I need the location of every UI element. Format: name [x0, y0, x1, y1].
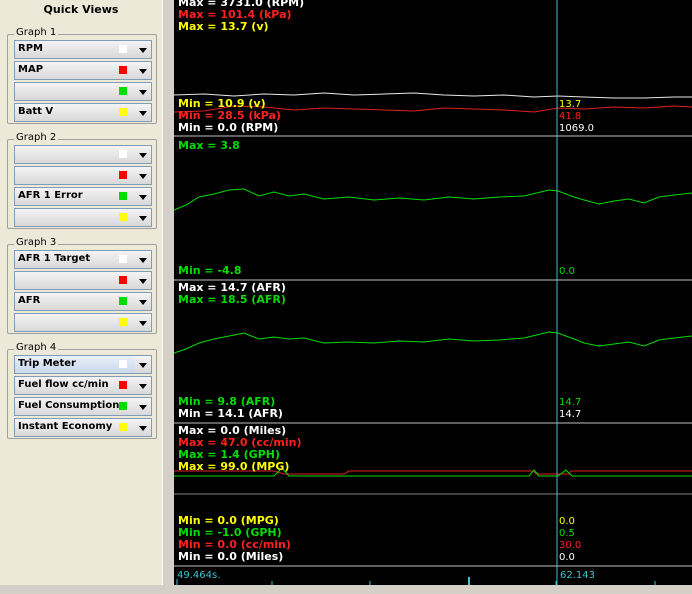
color-swatch: [119, 318, 127, 326]
graph2-group: Graph 2 AFR 1 Error: [7, 132, 157, 229]
color-swatch: [119, 87, 127, 95]
graph3-channel-4-select[interactable]: [14, 313, 152, 332]
channel-label: Instant Economy: [18, 421, 113, 432]
graph3-channel-1-select[interactable]: AFR 1 Target: [14, 250, 152, 269]
color-swatch: [119, 192, 127, 200]
graph3-channel-2-select[interactable]: [14, 271, 152, 290]
g1-cursor-rpm: 1069.0: [559, 123, 594, 134]
color-swatch: [119, 255, 127, 263]
g1-cursor-battv: 13.7: [559, 99, 581, 110]
channel-label: AFR 1 Error: [18, 190, 83, 201]
chevron-down-icon[interactable]: [135, 419, 151, 436]
graph4-label: Graph 4: [14, 342, 59, 353]
horizontal-scrollbar[interactable]: [0, 585, 692, 594]
color-swatch: [119, 213, 127, 221]
channel-label: Fuel flow cc/min: [18, 379, 109, 390]
graph3-group: Graph 3 AFR 1 Target AFR: [7, 237, 157, 334]
color-swatch: [119, 360, 127, 368]
color-swatch: [119, 66, 127, 74]
g3-max-afr: Max = 18.5 (AFR): [178, 293, 286, 306]
graph4-channel-4-select[interactable]: Instant Economy: [14, 418, 152, 437]
graph1-group: Graph 1 RPM MAP Batt V: [7, 27, 157, 124]
g4-cursor-economy: 0.0: [559, 516, 575, 527]
g4-cursor-fuel-flow: 30.0: [559, 540, 581, 551]
chevron-down-icon[interactable]: [135, 293, 151, 310]
g4-cursor-fuel-consumption: 0.5: [559, 528, 575, 539]
chevron-down-icon[interactable]: [135, 41, 151, 58]
g2-max-afr-error: Max = 3.8: [178, 139, 240, 152]
chevron-down-icon[interactable]: [135, 272, 151, 289]
g2-min-afr-error: Min = -4.8: [178, 264, 241, 277]
color-swatch: [119, 297, 127, 305]
chevron-down-icon[interactable]: [135, 209, 151, 226]
color-swatch: [119, 402, 127, 410]
chevron-down-icon[interactable]: [135, 104, 151, 121]
channel-label: Fuel Consumption: [18, 400, 120, 411]
color-swatch: [119, 381, 127, 389]
chevron-down-icon[interactable]: [135, 62, 151, 79]
graph1-channel-1-select[interactable]: RPM: [14, 40, 152, 59]
color-swatch: [119, 171, 127, 179]
quick-views-panel: Quick Views Graph 1 RPM MAP Batt V Graph…: [0, 0, 162, 594]
color-swatch: [119, 423, 127, 431]
channel-label: Batt V: [18, 106, 54, 117]
chevron-down-icon[interactable]: [135, 146, 151, 163]
g2-cursor-afr-error: 0.0: [559, 266, 575, 277]
chevron-down-icon[interactable]: [135, 188, 151, 205]
afr-trace: [174, 331, 692, 354]
channel-label: Trip Meter: [18, 358, 76, 369]
graph4-channel-3-select[interactable]: Fuel Consumption: [14, 397, 152, 416]
channel-label: MAP: [18, 64, 44, 75]
graph2-channel-4-select[interactable]: [14, 208, 152, 227]
graph4-group: Graph 4 Trip Meter Fuel flow cc/min Fuel…: [7, 342, 157, 439]
chevron-down-icon[interactable]: [135, 377, 151, 394]
graph1-label: Graph 1: [14, 27, 59, 38]
log-graph-area[interactable]: Max = 3731.0 (RPM) Max = 101.4 (kPa) Max…: [174, 0, 692, 585]
g4-min-trip: Min = 0.0 (Miles): [178, 550, 283, 563]
color-swatch: [119, 276, 127, 284]
graph2-channel-2-select[interactable]: [14, 166, 152, 185]
g4-cursor-trip: 0.0: [559, 552, 575, 563]
g4-max-economy: Max = 99.0 (MPG): [178, 460, 289, 473]
color-swatch: [119, 150, 127, 158]
channel-label: AFR 1 Target: [18, 253, 91, 264]
chevron-down-icon[interactable]: [135, 251, 151, 268]
chevron-down-icon[interactable]: [135, 314, 151, 331]
chevron-down-icon[interactable]: [135, 167, 151, 184]
graph2-label: Graph 2: [14, 132, 59, 143]
g1-max-battv: Max = 13.7 (v): [178, 20, 269, 33]
timeline-start: 49.464s.: [177, 570, 220, 581]
color-swatch: [119, 45, 127, 53]
color-swatch: [119, 108, 127, 116]
channel-label: AFR: [18, 295, 41, 306]
graph3-channel-3-select[interactable]: AFR: [14, 292, 152, 311]
graph4-channel-1-select[interactable]: Trip Meter: [14, 355, 152, 374]
timeline-cursor-time: 62.143: [560, 570, 595, 581]
afr-error-trace: [174, 188, 692, 211]
graph1-channel-2-select[interactable]: MAP: [14, 61, 152, 80]
chevron-down-icon[interactable]: [135, 356, 151, 373]
g3-cursor-afr-target: 14.7: [559, 409, 581, 420]
graph2-channel-3-select[interactable]: AFR 1 Error: [14, 187, 152, 206]
g3-min-afr-target: Min = 14.1 (AFR): [178, 407, 283, 420]
g3-cursor-afr: 14.7: [559, 397, 581, 408]
g1-min-rpm: Min = 0.0 (RPM): [178, 121, 278, 134]
graph2-channel-1-select[interactable]: [14, 145, 152, 164]
quick-views-title: Quick Views: [43, 3, 119, 16]
channel-label: RPM: [18, 43, 43, 54]
chevron-down-icon[interactable]: [135, 398, 151, 415]
chevron-down-icon[interactable]: [135, 83, 151, 100]
g1-cursor-map: 41.8: [559, 111, 581, 122]
graph1-channel-4-select[interactable]: Batt V: [14, 103, 152, 122]
graph3-label: Graph 3: [14, 237, 59, 248]
graph1-channel-3-select[interactable]: [14, 82, 152, 101]
graph4-channel-2-select[interactable]: Fuel flow cc/min: [14, 376, 152, 395]
